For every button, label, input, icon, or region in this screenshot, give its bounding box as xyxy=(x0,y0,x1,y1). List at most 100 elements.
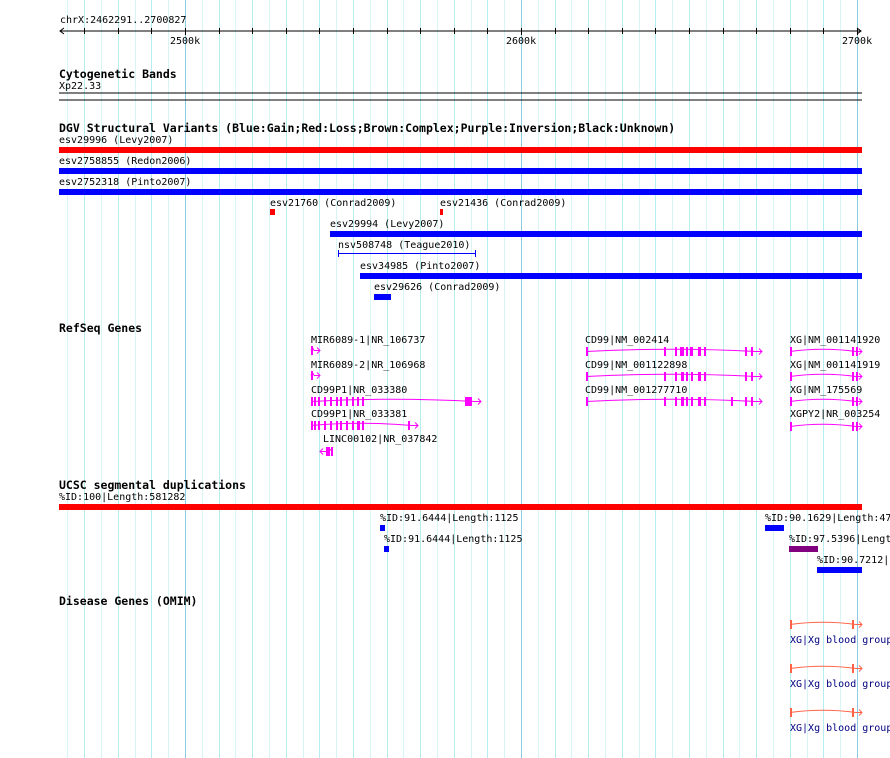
gene-glyph xyxy=(585,372,763,381)
exon xyxy=(690,347,693,356)
gene-glyph xyxy=(585,347,763,356)
feature-label[interactable]: %ID:90.7212|I xyxy=(817,555,890,566)
exon xyxy=(314,421,316,430)
exon xyxy=(330,397,332,406)
exon xyxy=(352,421,354,430)
feature-bar xyxy=(440,209,443,215)
feature-label[interactable]: esv29996 (Levy2007) xyxy=(59,135,173,146)
exon xyxy=(852,620,854,629)
gene-label[interactable]: XGPY2|NR_003254 xyxy=(790,409,880,420)
gene-label[interactable]: MIR6089-1|NR_106737 xyxy=(311,335,425,346)
exon xyxy=(686,347,688,356)
gene-glyph xyxy=(789,397,863,406)
exon xyxy=(346,421,348,430)
gene-glyph xyxy=(789,708,863,717)
feature-label[interactable]: esv34985 (Pinto2007) xyxy=(360,261,480,272)
exon xyxy=(686,372,688,381)
exon xyxy=(681,397,684,406)
tick-label: 2600k xyxy=(506,36,537,47)
exon xyxy=(790,708,792,717)
gene-glyph xyxy=(310,421,419,430)
exon xyxy=(675,372,677,381)
tick-label: 2500k xyxy=(170,36,201,47)
exon xyxy=(340,421,342,430)
gene-glyph xyxy=(319,447,333,456)
feature-label[interactable]: esv29994 (Levy2007) xyxy=(330,219,444,230)
gene-label[interactable]: XG|NM_001141919 xyxy=(790,360,880,371)
grid-lines xyxy=(67,0,858,758)
gene-glyph xyxy=(789,422,863,431)
exon xyxy=(704,372,706,381)
disease-gene-label[interactable]: XG|Xg blood group xyxy=(790,635,890,646)
gene-glyph xyxy=(789,347,863,356)
exon xyxy=(318,397,320,406)
exon xyxy=(664,397,666,406)
exon xyxy=(664,372,666,381)
exon xyxy=(362,397,364,406)
gene-glyph xyxy=(789,372,863,381)
exon xyxy=(357,397,359,406)
feature-label[interactable]: esv2758855 (Redon2006) xyxy=(59,156,191,167)
gene-label[interactable]: CD99P1|NR_033380 xyxy=(311,385,407,396)
gene-label[interactable]: CD99|NM_002414 xyxy=(585,335,669,346)
gene-label[interactable]: CD99|NM_001277710 xyxy=(585,385,687,396)
disease-gene-label[interactable]: XG|Xg blood group xyxy=(790,679,890,690)
track-title-segdup[interactable]: UCSC segmental duplications xyxy=(59,479,246,491)
exon xyxy=(675,397,677,406)
intron-line xyxy=(585,348,757,352)
exon xyxy=(704,347,706,356)
feature-label[interactable]: esv21436 (Conrad2009) xyxy=(440,198,566,209)
exon xyxy=(311,421,313,430)
exon xyxy=(691,372,693,381)
gene-glyph xyxy=(310,397,482,406)
cyto-band-label: Xp22.33 xyxy=(59,81,102,92)
exon xyxy=(680,347,684,356)
strand-arrow-icon xyxy=(412,422,419,429)
gene-label[interactable]: CD99|NM_001122898 xyxy=(585,360,687,371)
feature-label[interactable]: esv29626 (Conrad2009) xyxy=(374,282,500,293)
exon xyxy=(336,421,338,430)
feature-label[interactable]: esv2752318 (Pinto2007) xyxy=(59,177,191,188)
gene-glyph xyxy=(310,371,321,380)
track-title-omim[interactable]: Disease Genes (OMIM) xyxy=(59,595,197,607)
gene-label[interactable]: XG|NM_001141920 xyxy=(790,335,880,346)
exon xyxy=(852,347,854,356)
exon xyxy=(698,397,701,406)
feature-bar xyxy=(374,294,391,300)
exon xyxy=(330,421,332,430)
exon xyxy=(586,347,588,356)
exon xyxy=(790,347,792,356)
gene-label[interactable]: MIR6089-2|NR_106968 xyxy=(311,360,425,371)
feature-label[interactable]: %ID:97.5396|Lengt xyxy=(789,534,890,545)
track-title-dgv[interactable]: DGV Structural Variants (Blue:Gain;Red:L… xyxy=(59,122,675,134)
gene-label[interactable]: XG|NM_175569 xyxy=(790,385,862,396)
exon xyxy=(664,347,666,356)
exon xyxy=(790,664,792,673)
exon xyxy=(852,372,854,381)
exon xyxy=(704,397,706,406)
strand-arrow-icon xyxy=(856,665,863,672)
disease-gene-label[interactable]: XG|Xg blood group xyxy=(790,723,890,734)
exon xyxy=(311,371,313,380)
exon xyxy=(311,346,313,355)
exon xyxy=(751,347,753,356)
gene-label[interactable]: CD99P1|NR_033381 xyxy=(311,409,407,420)
feature-label[interactable]: %ID:91.6444|Length:1125 xyxy=(380,513,518,524)
feature-label[interactable]: esv21760 (Conrad2009) xyxy=(270,198,396,209)
exon xyxy=(352,397,354,406)
track-title-cyto[interactable]: Cytogenetic Bands xyxy=(59,68,177,80)
exon xyxy=(731,397,733,406)
gene-label[interactable]: LINC00102|NR_037842 xyxy=(323,434,437,445)
exon xyxy=(408,421,410,430)
exon xyxy=(745,397,747,406)
exon xyxy=(328,447,330,456)
feature-label[interactable]: %ID:90.1629|Length:47 xyxy=(765,513,890,524)
feature-label[interactable]: %ID:91.6444|Length:1125 xyxy=(384,534,522,545)
track-title-refseq[interactable]: RefSeq Genes xyxy=(59,322,142,334)
feature-bar xyxy=(384,546,389,552)
strand-arrow-icon xyxy=(856,621,863,628)
exon xyxy=(362,421,364,430)
feature-label[interactable]: nsv508748 (Teague2010) xyxy=(338,240,470,251)
feature-label[interactable]: %ID:100|Length:581282 xyxy=(59,492,185,503)
exon xyxy=(326,447,328,456)
